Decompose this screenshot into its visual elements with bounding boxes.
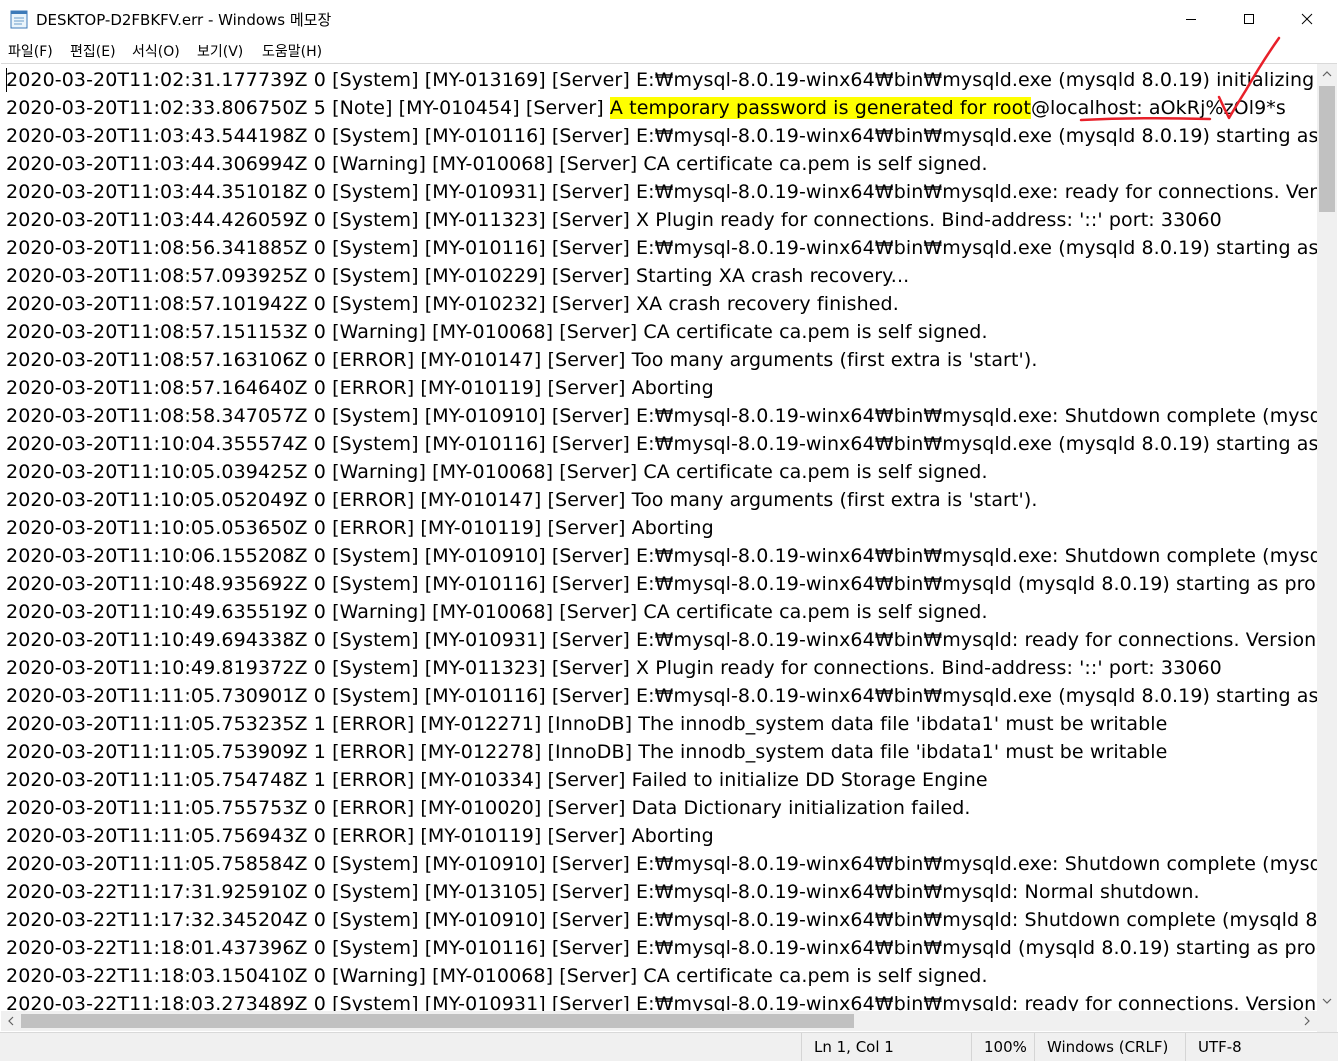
log-line: 2020-03-20T11:10:05.052049Z 0 [ERROR] [M… xyxy=(6,489,1038,511)
temporary-password: aOkRj%zOl9*s xyxy=(1148,97,1286,119)
log-line: 2020-03-20T11:10:04.355574Z 0 [System] [… xyxy=(6,433,1318,455)
minimize-icon xyxy=(1186,19,1196,20)
chevron-down-icon xyxy=(1322,998,1332,1004)
log-line: 2020-03-20T11:03:43.544198Z 0 [System] [… xyxy=(6,125,1318,147)
log-line: 2020-03-20T11:08:57.151153Z 0 [Warning] … xyxy=(6,321,988,343)
scroll-down-button[interactable] xyxy=(1317,991,1337,1011)
scrollbar-corner xyxy=(1317,1011,1337,1031)
log-line: 2020-03-20T11:10:49.694338Z 0 [System] [… xyxy=(6,629,1318,651)
menu-view[interactable]: 보기(V) xyxy=(197,41,243,61)
menu-help[interactable]: 도움말(H) xyxy=(262,41,322,61)
text-editor[interactable]: 2020-03-20T11:02:31.177739Z 0 [System] [… xyxy=(1,63,1337,1033)
minimize-button[interactable] xyxy=(1162,0,1220,38)
title-bar[interactable]: DESKTOP-D2FBKFV.err - Windows 메모장 xyxy=(0,0,1338,38)
log-line: 2020-03-20T11:10:49.819372Z 0 [System] [… xyxy=(6,657,1222,679)
log-line: 2020-03-20T11:10:48.935692Z 0 [System] [… xyxy=(6,573,1318,595)
log-line: 2020-03-20T11:08:57.101942Z 0 [System] [… xyxy=(6,293,899,315)
notepad-icon xyxy=(10,9,28,29)
close-button[interactable] xyxy=(1278,0,1336,38)
log-line: 2020-03-20T11:03:44.306994Z 0 [Warning] … xyxy=(6,153,988,175)
menu-edit[interactable]: 편집(E) xyxy=(70,41,116,61)
status-zoom: 100% xyxy=(971,1033,1033,1061)
log-line: 2020-03-22T11:17:31.925910Z 0 [System] [… xyxy=(6,881,1200,903)
log-line-suffix: @localhost: xyxy=(1030,97,1149,119)
log-line: 2020-03-20T11:11:05.753909Z 1 [ERROR] [M… xyxy=(6,741,1168,763)
vertical-scrollbar[interactable] xyxy=(1317,64,1337,1033)
maximize-button[interactable] xyxy=(1220,0,1278,38)
log-line: 2020-03-22T11:18:01.437396Z 0 [System] [… xyxy=(6,937,1318,959)
scroll-right-button[interactable] xyxy=(1297,1011,1317,1031)
editor-lines: 2020-03-20T11:02:31.177739Z 0 [System] [… xyxy=(6,66,1318,1018)
log-line: 2020-03-20T11:10:49.635519Z 0 [Warning] … xyxy=(6,601,988,623)
scroll-up-button[interactable] xyxy=(1317,64,1337,84)
log-line-prefix: 2020-03-20T11:02:33.806750Z 5 [Note] [MY… xyxy=(6,97,610,119)
close-icon xyxy=(1301,13,1313,25)
horizontal-scroll-thumb[interactable] xyxy=(21,1014,854,1028)
log-line: 2020-03-20T11:08:56.341885Z 0 [System] [… xyxy=(6,237,1318,259)
log-line: 2020-03-20T11:11:05.758584Z 0 [System] [… xyxy=(6,853,1318,875)
chevron-left-icon xyxy=(8,1016,14,1026)
log-line: 2020-03-20T11:03:44.426059Z 0 [System] [… xyxy=(6,209,1222,231)
log-line: 2020-03-20T11:03:44.351018Z 0 [System] [… xyxy=(6,181,1318,203)
chevron-right-icon xyxy=(1304,1016,1310,1026)
chevron-up-icon xyxy=(1322,71,1332,77)
status-cursor-position: Ln 1, Col 1 xyxy=(801,1033,967,1061)
menu-file[interactable]: 파일(F) xyxy=(8,41,53,61)
log-line: 2020-03-20T11:08:58.347057Z 0 [System] [… xyxy=(6,405,1318,427)
log-line: 2020-03-20T11:11:05.753235Z 1 [ERROR] [M… xyxy=(6,713,1168,735)
log-line: 2020-03-20T11:10:06.155208Z 0 [System] [… xyxy=(6,545,1318,567)
vertical-scroll-thumb[interactable] xyxy=(1319,86,1335,212)
status-bar: Ln 1, Col 1 100% Windows (CRLF) UTF-8 xyxy=(0,1032,1338,1061)
highlighted-text: A temporary password is generated for ro… xyxy=(609,97,1031,119)
log-line: 2020-03-20T11:10:05.053650Z 0 [ERROR] [M… xyxy=(6,517,714,539)
log-line: 2020-03-22T11:17:32.345204Z 0 [System] [… xyxy=(6,909,1318,931)
log-line-password: 2020-03-20T11:02:33.806750Z 5 [Note] [MY… xyxy=(6,94,1318,122)
log-line: 2020-03-20T11:08:57.093925Z 0 [System] [… xyxy=(6,265,910,287)
log-line: 2020-03-22T11:18:03.150410Z 0 [Warning] … xyxy=(6,965,988,987)
log-line: 2020-03-20T11:11:05.754748Z 1 [ERROR] [M… xyxy=(6,769,988,791)
log-line: 2020-03-20T11:11:05.755753Z 0 [ERROR] [M… xyxy=(6,797,971,819)
log-line: 2020-03-20T11:08:57.164640Z 0 [ERROR] [M… xyxy=(6,377,714,399)
log-line: 2020-03-20T11:10:05.039425Z 0 [Warning] … xyxy=(6,461,988,483)
window-title: DESKTOP-D2FBKFV.err - Windows 메모장 xyxy=(36,11,332,29)
status-line-ending: Windows (CRLF) xyxy=(1034,1033,1184,1061)
log-line: 2020-03-20T11:11:05.756943Z 0 [ERROR] [M… xyxy=(6,825,714,847)
log-line: 2020-03-20T11:11:05.730901Z 0 [System] [… xyxy=(6,685,1318,707)
log-line: 2020-03-20T11:08:57.163106Z 0 [ERROR] [M… xyxy=(6,349,1038,371)
maximize-icon xyxy=(1244,14,1254,24)
horizontal-scrollbar[interactable] xyxy=(1,1011,1317,1031)
log-line: 2020-03-20T11:02:31.177739Z 0 [System] [… xyxy=(6,69,1318,91)
status-encoding: UTF-8 xyxy=(1185,1033,1335,1061)
menu-format[interactable]: 서식(O) xyxy=(132,41,180,61)
scroll-left-button[interactable] xyxy=(1,1011,21,1031)
menu-bar: 파일(F) 편집(E) 서식(O) 보기(V) 도움말(H) xyxy=(0,38,1338,63)
